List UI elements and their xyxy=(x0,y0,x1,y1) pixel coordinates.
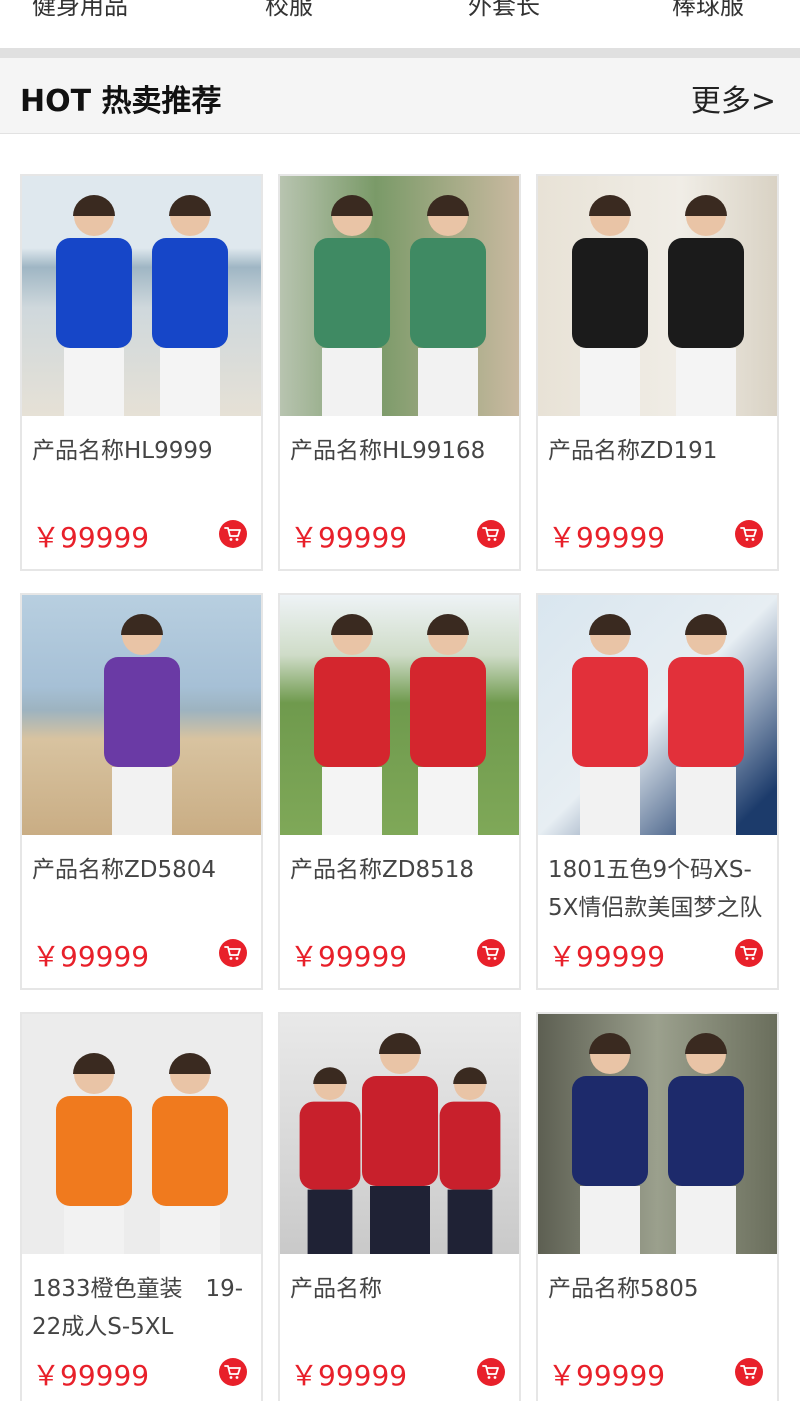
product-card[interactable]: 产品名称ZD5804 ￥99999 xyxy=(20,593,263,990)
product-image[interactable] xyxy=(280,595,519,835)
more-link[interactable]: 更多> xyxy=(691,76,776,120)
product-card[interactable]: 1801五色9个码XS-5X情侣款美国梦之队空板 ￥99999 xyxy=(536,593,779,990)
product-price: ￥99999 xyxy=(32,521,150,554)
cart-icon[interactable] xyxy=(219,520,247,548)
product-name[interactable]: 产品名称 xyxy=(290,1270,515,1308)
product-image[interactable] xyxy=(280,176,519,416)
cart-icon[interactable] xyxy=(477,520,505,548)
product-image[interactable] xyxy=(538,176,777,416)
section-title: HOT 热卖推荐 xyxy=(20,84,222,119)
product-name[interactable]: 1833橙色童装 19-22成人S-5XL xyxy=(32,1270,257,1346)
product-image[interactable] xyxy=(22,176,261,416)
cart-icon[interactable] xyxy=(477,939,505,967)
product-price: ￥99999 xyxy=(548,940,666,973)
product-price: ￥99999 xyxy=(32,940,150,973)
product-name[interactable]: 产品名称ZD8518 xyxy=(290,851,515,889)
product-name[interactable]: 产品名称5805 xyxy=(548,1270,773,1308)
product-name[interactable]: 1801五色9个码XS-5X情侣款美国梦之队空板 xyxy=(548,851,773,931)
cart-icon[interactable] xyxy=(735,1358,763,1386)
product-image[interactable] xyxy=(280,1014,519,1254)
product-price: ￥99999 xyxy=(548,1359,666,1392)
category-school-uniform[interactable]: 校服 xyxy=(265,0,313,21)
product-price: ￥99999 xyxy=(32,1359,150,1392)
section-header: HOT 热卖推荐 更多> xyxy=(0,58,800,134)
product-card[interactable]: 1833橙色童装 19-22成人S-5XL ￥99999 xyxy=(20,1012,263,1401)
product-price: ￥99999 xyxy=(290,521,408,554)
category-fitness[interactable]: 健身用品 xyxy=(32,0,128,21)
product-card[interactable]: 产品名称ZD191 ￥99999 xyxy=(536,174,779,571)
product-card[interactable]: 产品名称HL9999 ￥99999 xyxy=(20,174,263,571)
cart-icon[interactable] xyxy=(735,520,763,548)
product-image[interactable] xyxy=(22,595,261,835)
product-price: ￥99999 xyxy=(548,521,666,554)
product-card[interactable]: 产品名称ZD8518 ￥99999 xyxy=(278,593,521,990)
cart-icon[interactable] xyxy=(219,1358,247,1386)
category-long-coat[interactable]: 外套长 xyxy=(468,0,540,21)
product-card[interactable]: 产品名称5805 ￥99999 xyxy=(536,1012,779,1401)
product-name[interactable]: 产品名称HL99168 xyxy=(290,432,515,470)
product-price: ￥99999 xyxy=(290,940,408,973)
category-baseball-jacket[interactable]: 棒球服 xyxy=(672,0,744,21)
cart-icon[interactable] xyxy=(735,939,763,967)
category-strip: 健身用品 校服 外套长 棒球服 xyxy=(0,0,800,48)
product-price: ￥99999 xyxy=(290,1359,408,1392)
product-name[interactable]: 产品名称HL9999 xyxy=(32,432,257,470)
product-name[interactable]: 产品名称ZD5804 xyxy=(32,851,257,889)
product-image[interactable] xyxy=(538,1014,777,1254)
product-image[interactable] xyxy=(538,595,777,835)
product-card[interactable]: 产品名称 ￥99999 xyxy=(278,1012,521,1401)
cart-icon[interactable] xyxy=(477,1358,505,1386)
cart-icon[interactable] xyxy=(219,939,247,967)
product-image[interactable] xyxy=(22,1014,261,1254)
product-name[interactable]: 产品名称ZD191 xyxy=(548,432,773,470)
product-card[interactable]: 产品名称HL99168 ￥99999 xyxy=(278,174,521,571)
section-divider xyxy=(0,48,800,58)
